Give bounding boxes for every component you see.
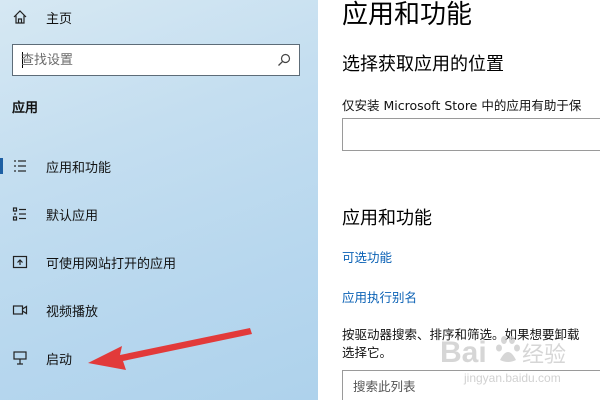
settings-sidebar: 主页 应用 应用和功能 默认应用 (0, 0, 318, 400)
startup-icon (13, 351, 27, 365)
filter-description-line: 选择它。 (342, 345, 393, 360)
search-icon[interactable] (277, 53, 291, 67)
optional-features-link[interactable]: 可选功能 (342, 247, 392, 266)
default-apps-icon (12, 207, 26, 221)
sidebar-item-label: 默认应用 (46, 209, 99, 224)
settings-search-box[interactable] (12, 44, 300, 76)
filter-description-line: 按驱动器搜索、排序和筛选。如果想要卸载 (342, 327, 580, 342)
apps-section-title: 应用和功能 (342, 208, 432, 229)
video-playback-icon (12, 305, 28, 315)
section-title-apps: 应用 (12, 101, 39, 116)
list-search-box[interactable] (342, 370, 600, 400)
app-execution-aliases-link[interactable]: 应用执行别名 (342, 287, 417, 306)
apps-for-websites-icon (12, 255, 28, 269)
sidebar-item-video-playback[interactable]: 视频播放 (0, 296, 300, 324)
settings-search-input[interactable] (21, 51, 271, 69)
apps-features-icon (14, 160, 26, 172)
sidebar-item-label: 应用和功能 (46, 161, 112, 176)
install-description: 仅安装 Microsoft Store 中的应用有助于保 (342, 98, 582, 113)
sidebar-item-label: 可使用网站打开的应用 (46, 257, 177, 272)
home-icon (13, 10, 27, 24)
sidebar-item-startup[interactable]: 启动 (0, 344, 300, 372)
sidebar-item-default-apps[interactable]: 默认应用 (0, 200, 300, 228)
sidebar-item-label: 视频播放 (46, 305, 99, 320)
filter-description: 按驱动器搜索、排序和筛选。如果想要卸载 选择它。 (342, 326, 600, 362)
sidebar-item-label: 启动 (46, 353, 73, 368)
page-title: 应用和功能 (342, 0, 473, 30)
install-section-title: 选择获取应用的位置 (342, 54, 504, 75)
home-nav-item[interactable]: 主页 (12, 6, 72, 28)
list-search-input[interactable] (353, 377, 593, 395)
selection-indicator (0, 158, 3, 174)
main-content: 应用和功能 选择获取应用的位置 仅安装 Microsoft Store 中的应用… (318, 0, 600, 400)
app-source-dropdown[interactable] (342, 118, 600, 151)
home-label: 主页 (46, 11, 73, 27)
sidebar-item-apps-for-websites[interactable]: 可使用网站打开的应用 (0, 248, 300, 276)
sidebar-item-apps-features[interactable]: 应用和功能 (0, 152, 300, 180)
